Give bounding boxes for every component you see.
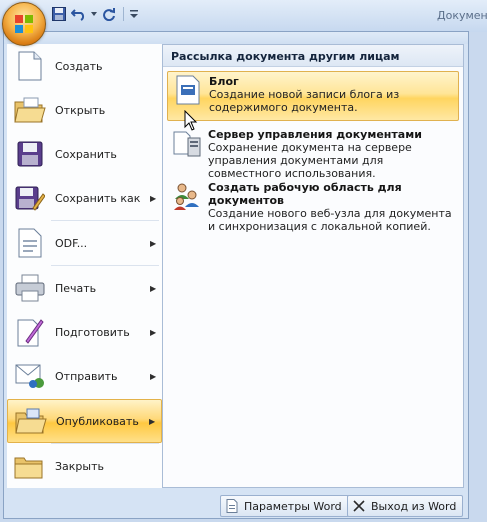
menu-item-label: Открыть — [55, 103, 106, 117]
menu-item-print[interactable]: Печать ▶ — [7, 266, 162, 310]
menu-item-label: Сохранить — [55, 147, 117, 161]
submenu-item-workspace[interactable]: Создать рабочую область для документов С… — [167, 178, 459, 233]
options-document-icon — [226, 499, 238, 513]
mouse-pointer-icon — [184, 110, 198, 131]
menu-item-open[interactable]: Открыть — [7, 88, 162, 132]
quick-access-toolbar — [50, 5, 139, 23]
redo-icon — [103, 8, 115, 21]
qat-separator — [123, 7, 124, 21]
publish-submenu: Рассылка документа другим лицам Блог Соз… — [162, 44, 464, 488]
menu-item-label: ODF... — [55, 236, 88, 250]
qat-save-button[interactable] — [50, 5, 68, 23]
prepare-icon — [13, 315, 47, 349]
qat-undo-button[interactable] — [70, 5, 88, 23]
office-menu: Создать Открыть Сохранить Сохранить как … — [3, 31, 469, 519]
menu-item-save-as[interactable]: Сохранить как ▶ — [7, 176, 162, 220]
window-title: Документ — [437, 9, 487, 22]
submenu-item-description: Создание нового веб-узла для документа и… — [208, 207, 452, 233]
qat-customize-button[interactable] — [129, 5, 139, 23]
save-floppy-icon — [13, 137, 47, 171]
document-server-icon — [173, 131, 201, 157]
save-icon — [52, 7, 66, 21]
submenu-item-description: Создание новой записи блога из содержимо… — [209, 88, 400, 114]
submenu-header: Рассылка документа другим лицам — [163, 45, 463, 67]
exit-word-button[interactable]: Выход из Word — [347, 495, 464, 517]
menu-item-label: Подготовить — [55, 325, 130, 339]
open-folder-icon — [13, 93, 47, 127]
workspace-users-icon — [174, 183, 199, 210]
menu-item-label: Создать — [55, 59, 103, 73]
submenu-item-description: Сохранение документа на сервере управлен… — [208, 141, 412, 180]
menu-item-save[interactable]: Сохранить — [7, 132, 162, 176]
office-logo-icon — [15, 15, 33, 33]
menu-item-label: Сохранить как — [55, 191, 141, 205]
submenu-arrow-icon: ▶ — [150, 371, 157, 381]
submenu-item-title: Сервер управления документами — [208, 128, 422, 141]
title-bar: Документ — [0, 0, 487, 46]
undo-icon — [71, 9, 85, 21]
word-options-label: Параметры Word — [244, 499, 342, 513]
qat-undo-dropdown[interactable] — [90, 5, 98, 23]
menu-item-label: Опубликовать — [56, 414, 139, 428]
submenu-arrow-icon: ▶ — [150, 193, 157, 203]
publish-folder-icon — [14, 404, 48, 438]
submenu-item-document-server[interactable]: Сервер управления документами Сохранение… — [167, 125, 459, 180]
menu-item-prepare[interactable]: Подготовить ▶ — [7, 310, 162, 354]
chevron-down-icon — [91, 12, 97, 16]
menu-item-label: Отправить — [55, 369, 118, 383]
submenu-arrow-icon: ▶ — [150, 238, 157, 248]
menu-item-close[interactable]: Закрыть — [7, 444, 162, 488]
menu-item-new[interactable]: Создать — [7, 44, 162, 88]
odf-icon — [13, 226, 47, 260]
close-folder-icon — [13, 449, 47, 483]
menu-item-publish[interactable]: Опубликовать ▶ — [7, 399, 162, 443]
submenu-arrow-icon: ▶ — [150, 283, 157, 293]
menu-commands-pane: Создать Открыть Сохранить Сохранить как … — [7, 44, 163, 488]
close-icon — [353, 500, 365, 512]
office-button[interactable] — [2, 2, 46, 46]
submenu-arrow-icon: ▶ — [149, 416, 156, 426]
submenu-item-title: Блог — [209, 75, 239, 88]
exit-word-label: Выход из Word — [371, 499, 457, 513]
customize-qat-icon — [130, 10, 138, 18]
printer-icon — [13, 271, 47, 305]
submenu-item-title: Создать рабочую область для документов — [208, 181, 402, 207]
blog-icon — [176, 75, 200, 105]
send-icon — [13, 359, 47, 393]
menu-item-label: Печать — [55, 281, 97, 295]
save-as-icon — [13, 181, 47, 215]
menu-top-strip — [4, 32, 468, 44]
menu-item-label: Закрыть — [55, 459, 104, 473]
menu-item-odf[interactable]: ODF... ▶ — [7, 221, 162, 265]
submenu-item-blog[interactable]: Блог Создание новой записи блога из соде… — [167, 71, 459, 121]
new-document-icon — [13, 49, 47, 83]
word-options-button[interactable]: Параметры Word — [220, 495, 349, 517]
menu-item-send[interactable]: Отправить ▶ — [7, 354, 162, 398]
qat-redo-button[interactable] — [100, 5, 118, 23]
submenu-arrow-icon: ▶ — [150, 327, 157, 337]
menu-footer: Параметры Word Выход из Word — [4, 488, 468, 520]
